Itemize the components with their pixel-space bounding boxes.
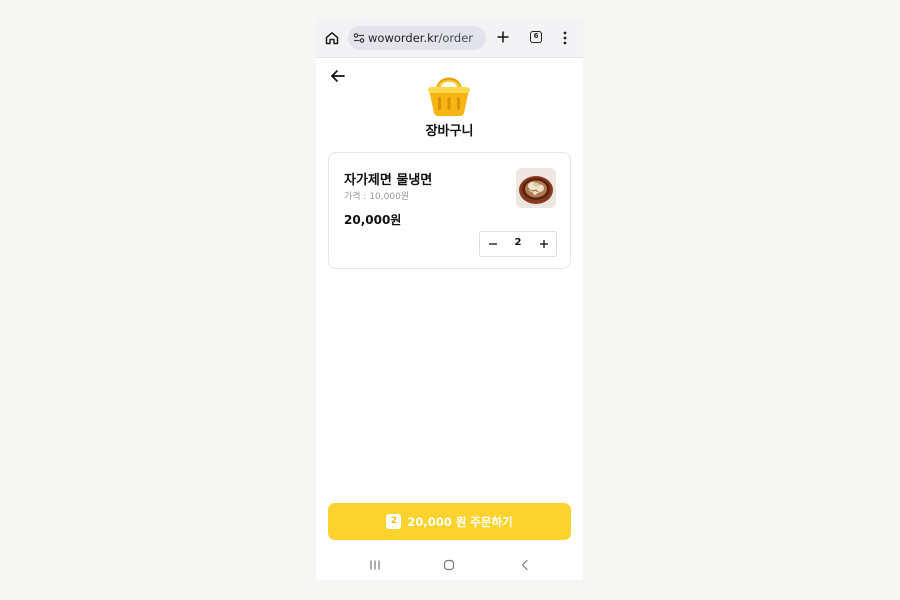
order-button-label: 20,000 원 주문하기 <box>407 514 513 529</box>
browser-toolbar: woworder.kr/order 6 <box>316 20 583 58</box>
page-title: 장바구니 <box>425 124 474 139</box>
cart-item-card: 자가제면 물냉면 가격 : 10,000원 20,000원 2 <box>328 152 571 269</box>
basket-icon <box>428 77 470 116</box>
plus-icon[interactable] <box>537 237 551 251</box>
url-text[interactable]: woworder.kr/order <box>368 31 473 45</box>
more-vert-icon[interactable] <box>562 30 568 46</box>
order-button[interactable]: 2 20,000 원 주문하기 <box>328 503 571 540</box>
home-icon[interactable] <box>443 559 455 571</box>
item-name: 자가제면 물냉면 <box>344 173 433 188</box>
order-button-content: 2 20,000 원 주문하기 <box>328 503 571 540</box>
item-unit-price: 가격 : 10,000원 <box>344 192 410 202</box>
quantity-stepper: 2 <box>479 231 557 257</box>
back-icon[interactable] <box>519 559 531 571</box>
site-settings-icon[interactable] <box>353 32 365 44</box>
url-domain: woworder.kr <box>368 31 439 45</box>
order-count-badge: 2 <box>386 514 402 529</box>
item-total-price: 20,000원 <box>344 213 402 227</box>
tabs-icon[interactable]: 6 <box>530 31 542 43</box>
home-icon[interactable] <box>324 30 340 46</box>
quantity-value: 2 <box>514 237 522 248</box>
item-thumbnail <box>516 168 556 208</box>
back-arrow-icon[interactable] <box>330 68 346 84</box>
recents-icon[interactable] <box>369 559 381 571</box>
tab-count: 6 <box>533 32 539 40</box>
url-path: /order <box>438 31 474 45</box>
phone-screen: woworder.kr/order 6 장바구니 자가제면 물냉면 가격 : 1… <box>316 20 583 580</box>
plus-icon[interactable] <box>496 30 510 44</box>
noodle-bowl-image <box>516 168 556 208</box>
minus-icon[interactable] <box>486 237 500 251</box>
address-bar[interactable]: woworder.kr/order <box>348 26 486 50</box>
